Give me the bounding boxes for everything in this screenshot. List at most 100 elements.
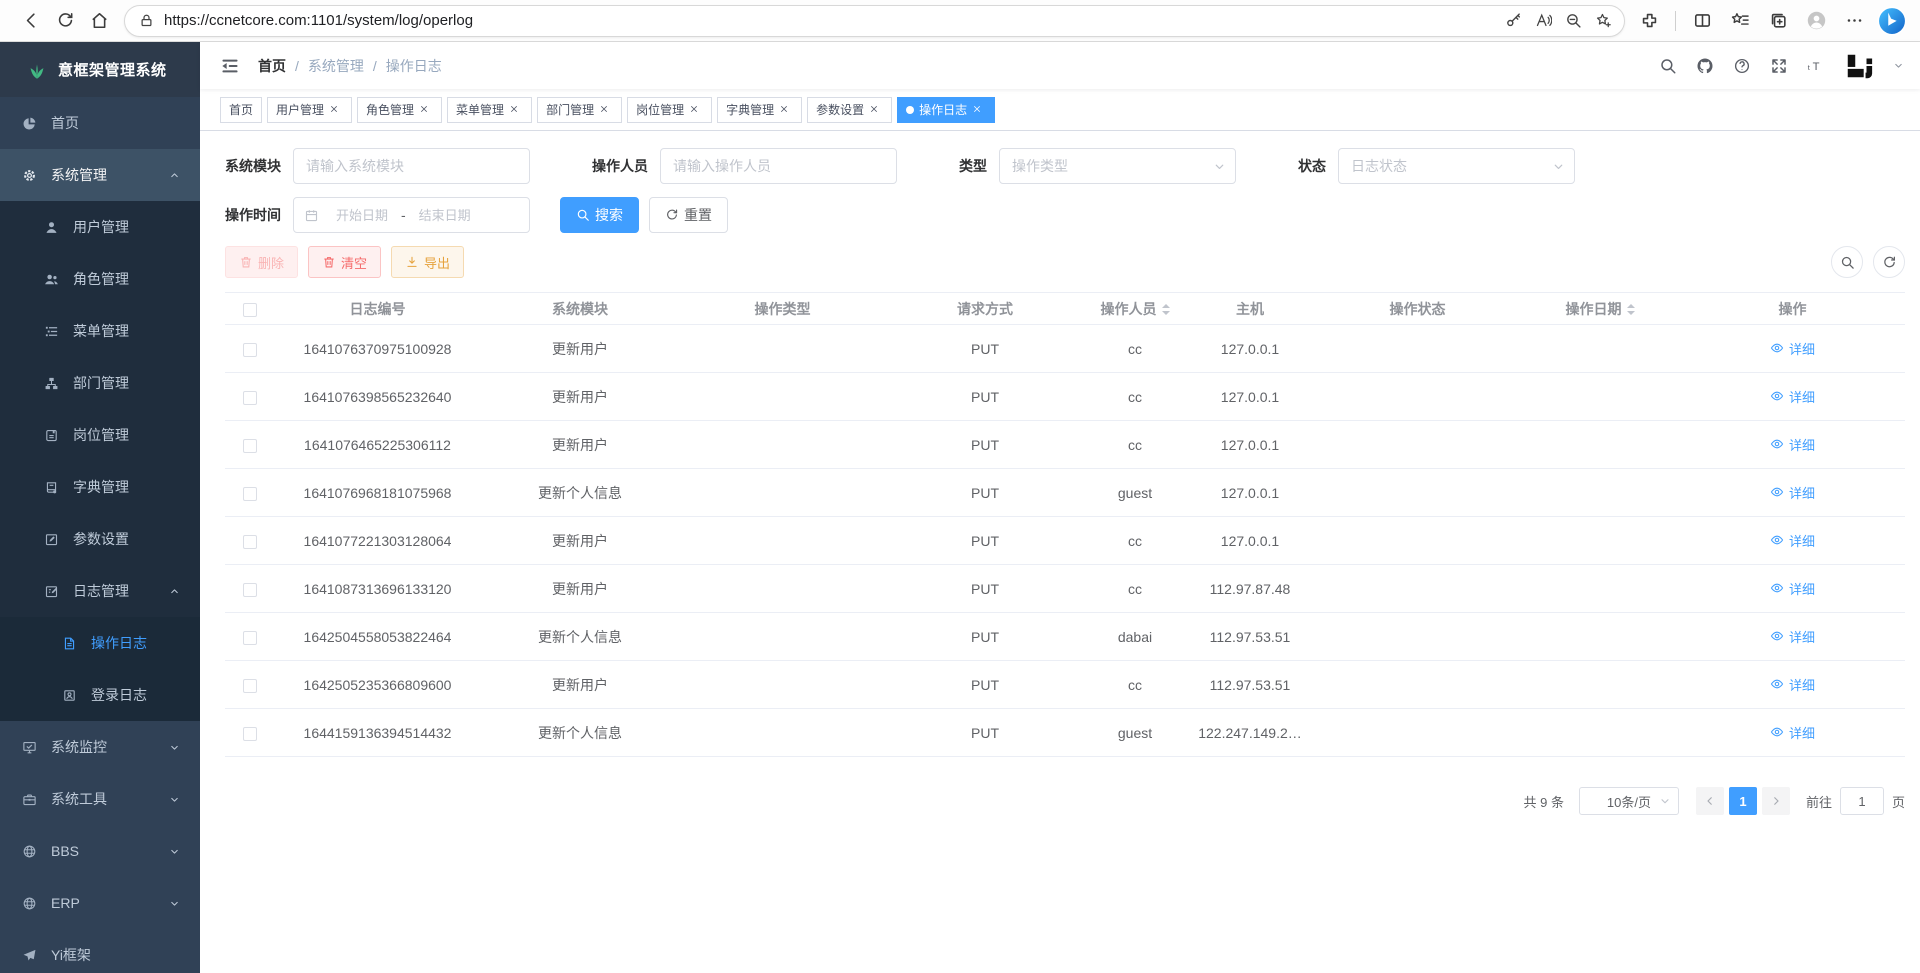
sidebar-item-user-management[interactable]: 用户管理	[0, 201, 200, 253]
detail-link[interactable]: 详细	[1770, 483, 1815, 502]
goto-page-input[interactable]	[1840, 787, 1884, 815]
detail-link[interactable]: 详细	[1770, 387, 1815, 406]
close-icon[interactable]	[599, 103, 613, 117]
status-select[interactable]: 日志状态	[1338, 148, 1575, 184]
favorites-button[interactable]	[1724, 4, 1756, 38]
sidebar-item-system-management[interactable]: 系统管理	[0, 149, 200, 201]
refresh-table-button[interactable]	[1873, 246, 1905, 278]
sidebar-item-system-tools[interactable]: 系统工具	[0, 773, 200, 825]
sidebar-item-operation-log[interactable]: 操作日志	[0, 617, 200, 669]
select-all-checkbox[interactable]	[243, 303, 257, 317]
type-select[interactable]: 操作类型	[999, 148, 1236, 184]
add-favorite-button[interactable]	[1588, 6, 1618, 36]
detail-link[interactable]: 详细	[1770, 627, 1815, 646]
breadcrumb-item[interactable]: 首页	[258, 56, 286, 76]
clear-button[interactable]: 清空	[308, 246, 381, 278]
app-logo[interactable]: 意框架管理系统	[0, 42, 200, 97]
sidebar-item-param-settings[interactable]: 参数设置	[0, 513, 200, 565]
browser-profile-button[interactable]	[1800, 4, 1832, 38]
row-checkbox[interactable]	[243, 631, 257, 645]
sidebar-item-role-management[interactable]: 角色管理	[0, 253, 200, 305]
github-button[interactable]	[1696, 57, 1714, 75]
browser-home-button[interactable]	[82, 4, 116, 38]
row-checkbox[interactable]	[243, 391, 257, 405]
tab-参数设置[interactable]: 参数设置	[807, 97, 892, 123]
close-icon[interactable]	[509, 103, 523, 117]
tab-部门管理[interactable]: 部门管理	[537, 97, 622, 123]
row-checkbox[interactable]	[243, 535, 257, 549]
show-search-toggle-button[interactable]	[1831, 246, 1863, 278]
detail-link[interactable]: 详细	[1770, 579, 1815, 598]
help-button[interactable]	[1733, 57, 1751, 75]
tab-角色管理[interactable]: 角色管理	[357, 97, 442, 123]
detail-link[interactable]: 详细	[1770, 723, 1815, 742]
sidebar-item-erp[interactable]: ERP	[0, 877, 200, 929]
start-date-input[interactable]	[325, 208, 399, 223]
reset-button[interactable]: 重置	[649, 197, 728, 233]
sidebar-item-dict-management[interactable]: 字典管理	[0, 461, 200, 513]
extensions-button[interactable]	[1633, 4, 1665, 38]
row-checkbox[interactable]	[243, 727, 257, 741]
url-text[interactable]: https://ccnetcore.com:1101/system/log/op…	[164, 12, 1498, 29]
sidebar-item-log-management[interactable]: 日志管理	[0, 565, 200, 617]
sidebar-item-post-management[interactable]: 岗位管理	[0, 409, 200, 461]
tab-字典管理[interactable]: 字典管理	[717, 97, 802, 123]
user-avatar[interactable]	[1844, 51, 1874, 81]
sidebar-item-menu-management[interactable]: 菜单管理	[0, 305, 200, 357]
browser-menu-button[interactable]	[1838, 4, 1870, 38]
close-icon[interactable]	[419, 103, 433, 117]
date-range-picker[interactable]: -	[293, 197, 530, 233]
row-checkbox[interactable]	[243, 439, 257, 453]
user-menu-caret-icon[interactable]	[1893, 60, 1904, 71]
browser-back-button[interactable]	[14, 4, 48, 38]
address-bar[interactable]: https://ccnetcore.com:1101/system/log/op…	[124, 5, 1625, 37]
detail-link[interactable]: 详细	[1770, 435, 1815, 454]
header-search-button[interactable]	[1659, 57, 1677, 75]
password-button[interactable]	[1498, 6, 1528, 36]
current-page-button[interactable]: 1	[1729, 787, 1757, 815]
close-icon[interactable]	[972, 103, 986, 117]
row-checkbox[interactable]	[243, 679, 257, 693]
zoom-out-button[interactable]	[1558, 6, 1588, 36]
sidebar-item-dept-management[interactable]: 部门管理	[0, 357, 200, 409]
close-icon[interactable]	[869, 103, 883, 117]
detail-link[interactable]: 详细	[1770, 339, 1815, 358]
fullscreen-button[interactable]	[1770, 57, 1788, 75]
row-checkbox[interactable]	[243, 487, 257, 501]
sidebar-item-home[interactable]: 首页	[0, 97, 200, 149]
select-all-header[interactable]	[225, 293, 275, 325]
page-size-select[interactable]: 10条/页	[1579, 787, 1679, 815]
split-screen-button[interactable]	[1686, 4, 1718, 38]
end-date-input[interactable]	[408, 208, 482, 223]
detail-link[interactable]: 详细	[1770, 675, 1815, 694]
close-icon[interactable]	[329, 103, 343, 117]
export-button[interactable]: 导出	[391, 246, 464, 278]
operator-input[interactable]	[660, 148, 897, 184]
tab-用户管理[interactable]: 用户管理	[267, 97, 352, 123]
tab-菜单管理[interactable]: 菜单管理	[447, 97, 532, 123]
tab-操作日志[interactable]: 操作日志	[897, 97, 995, 123]
close-icon[interactable]	[689, 103, 703, 117]
close-icon[interactable]	[779, 103, 793, 117]
tab-岗位管理[interactable]: 岗位管理	[627, 97, 712, 123]
sidebar-item-system-monitor[interactable]: 系统监控	[0, 721, 200, 773]
sort-caret-icon[interactable]	[1627, 304, 1635, 315]
bing-chat-button[interactable]	[1876, 4, 1908, 38]
sidebar-collapse-button[interactable]	[220, 56, 240, 76]
column-header-操作人员[interactable]: 操作人员	[1085, 293, 1185, 325]
font-size-button[interactable]: tT	[1807, 57, 1825, 75]
tab-首页[interactable]: 首页	[220, 97, 262, 123]
column-header-操作日期[interactable]: 操作日期	[1520, 293, 1680, 325]
delete-button[interactable]: 删除	[225, 246, 298, 278]
collections-button[interactable]	[1762, 4, 1794, 38]
browser-refresh-button[interactable]	[48, 4, 82, 38]
row-checkbox[interactable]	[243, 583, 257, 597]
read-aloud-button[interactable]	[1528, 6, 1558, 36]
sidebar-item-bbs[interactable]: BBS	[0, 825, 200, 877]
module-input[interactable]	[293, 148, 530, 184]
detail-link[interactable]: 详细	[1770, 531, 1815, 550]
search-button[interactable]: 搜索	[560, 197, 639, 233]
sort-caret-icon[interactable]	[1162, 304, 1170, 315]
row-checkbox[interactable]	[243, 343, 257, 357]
prev-page-button[interactable]	[1696, 787, 1724, 815]
